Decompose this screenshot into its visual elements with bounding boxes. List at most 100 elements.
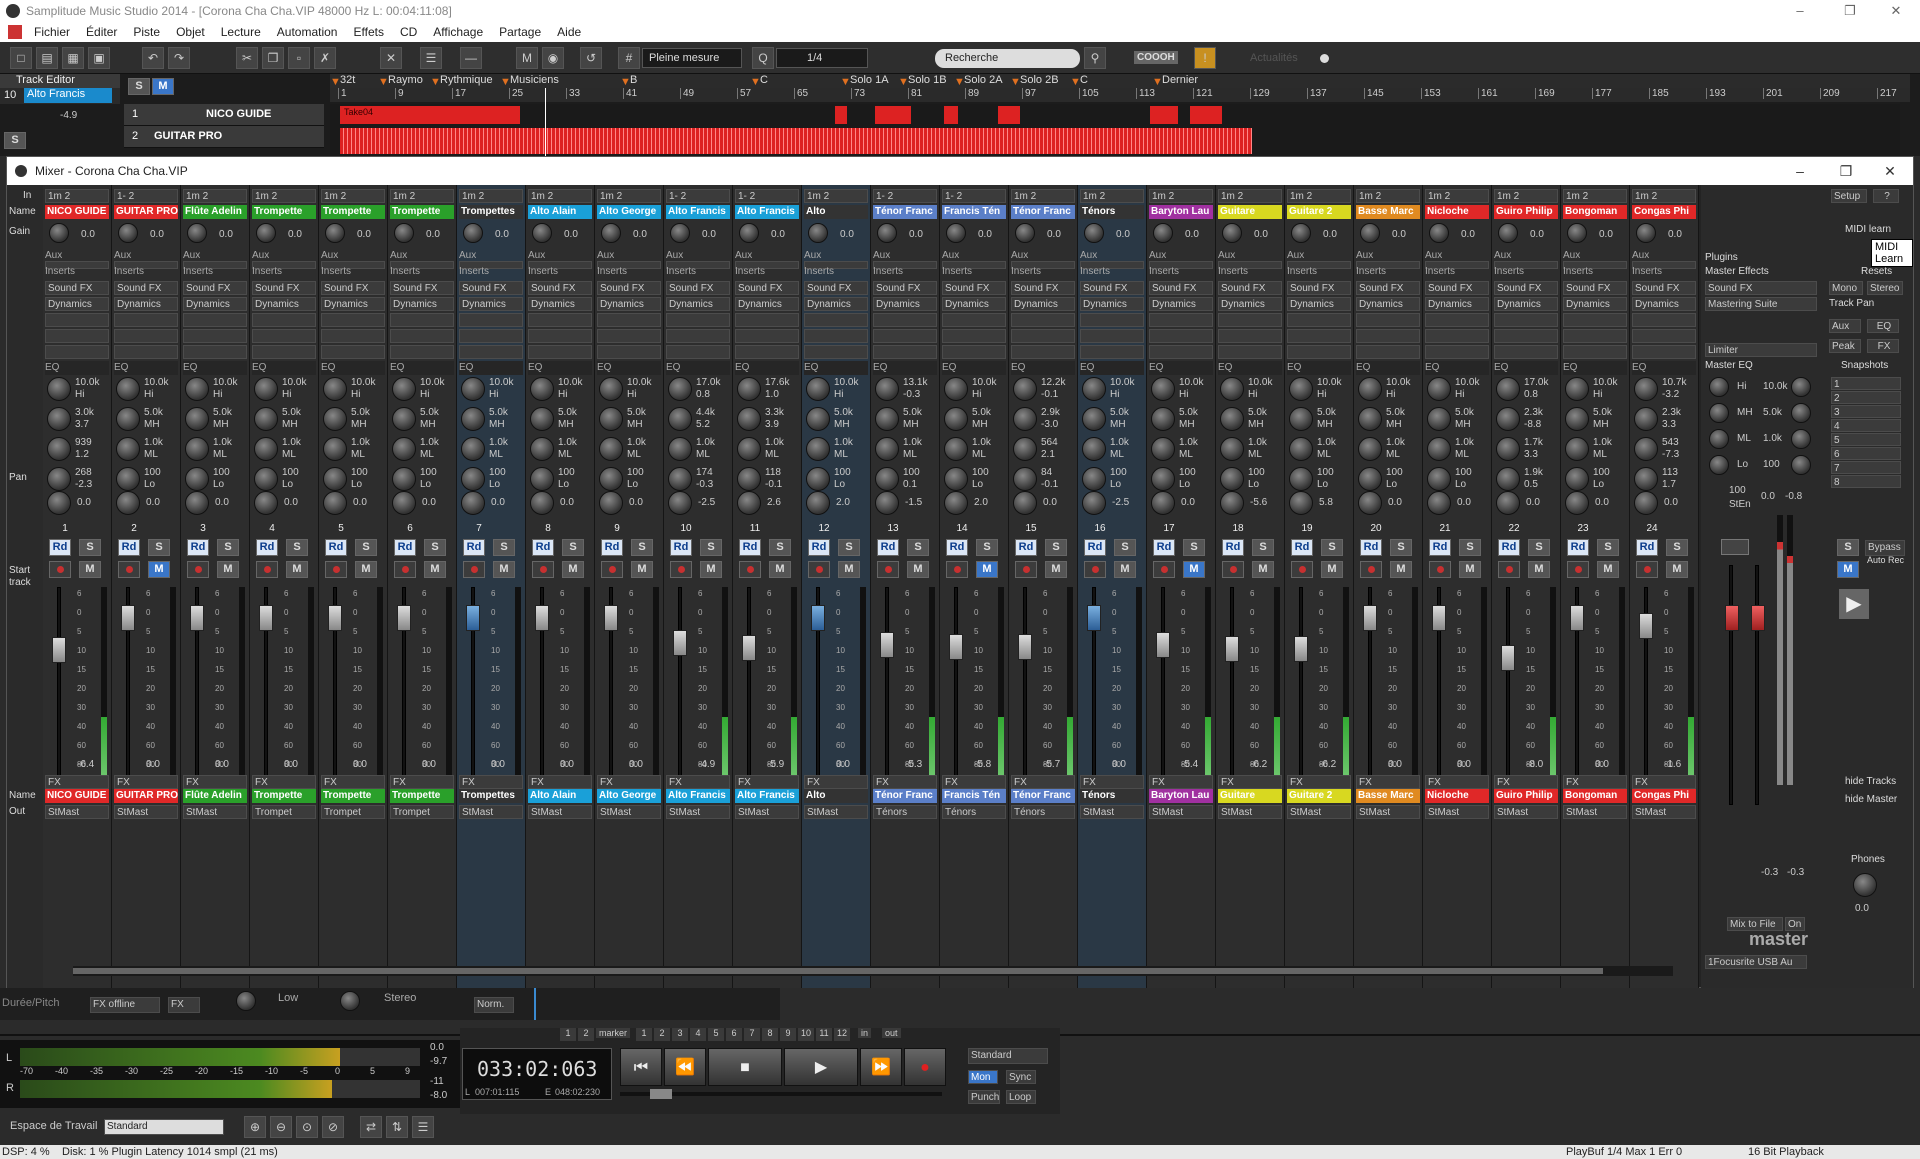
pan-knob[interactable]	[1151, 491, 1175, 515]
gain-knob[interactable]	[49, 223, 69, 243]
gain-knob[interactable]	[670, 223, 690, 243]
volume-fader[interactable]	[535, 605, 549, 631]
snapshot-slot[interactable]: 6	[1831, 447, 1901, 460]
fx-slot[interactable]: FX	[1632, 775, 1696, 789]
insert-slot[interactable]	[1218, 329, 1282, 343]
channel-name-bottom[interactable]: Ténor Franc	[1011, 789, 1075, 803]
insert-slot[interactable]	[597, 313, 661, 327]
eq-band-knob[interactable]	[1289, 407, 1313, 431]
record-arm-button[interactable]	[463, 561, 485, 578]
solo-button[interactable]: S	[217, 539, 239, 556]
loop-in-button[interactable]: in	[858, 1028, 872, 1038]
snapshot-slot[interactable]: 7	[1831, 461, 1901, 474]
fx-slot[interactable]: FX	[321, 775, 385, 789]
volume-fader[interactable]	[259, 605, 273, 631]
channel-name-bottom[interactable]: NICO GUIDE	[45, 789, 109, 803]
channel-name[interactable]: Nicloche	[1425, 205, 1489, 219]
mixer-scrollbar[interactable]	[73, 966, 1673, 976]
marker[interactable]: ▼ C	[750, 74, 768, 88]
mute-button[interactable]: M	[631, 561, 653, 578]
eq-band-knob[interactable]	[1082, 437, 1106, 461]
transport-slot-button[interactable]: 2	[654, 1028, 670, 1041]
low-knob[interactable]	[236, 991, 256, 1011]
volume-fader[interactable]	[880, 631, 894, 658]
insert-slot[interactable]	[1287, 329, 1351, 343]
eq-label[interactable]: EQ	[597, 361, 661, 375]
track-editor-s-button[interactable]: S	[4, 132, 26, 149]
eq-label[interactable]: EQ	[114, 361, 178, 375]
record-arm-button[interactable]	[601, 561, 623, 578]
insert-slot[interactable]	[1632, 313, 1696, 327]
transport-slot-button[interactable]: 1	[636, 1028, 652, 1041]
eq-band-knob[interactable]	[116, 407, 140, 431]
pan-knob[interactable]	[1634, 491, 1658, 515]
solo-button[interactable]: S	[562, 539, 584, 556]
record-button[interactable]: ●	[904, 1048, 946, 1086]
dynamics-slot[interactable]: Dynamics	[804, 297, 868, 311]
insert-slot[interactable]	[1080, 313, 1144, 327]
sound-fx-slot[interactable]: Sound FX	[1218, 281, 1282, 295]
pan-knob[interactable]	[1082, 491, 1106, 515]
eq-band-knob[interactable]	[599, 407, 623, 431]
channel-input-select[interactable]: 1m 2	[1080, 189, 1144, 203]
eq-band-knob[interactable]	[1634, 377, 1658, 401]
eq-band-knob[interactable]	[668, 407, 692, 431]
output-select[interactable]: StMast	[1425, 805, 1489, 819]
eq-band-knob[interactable]	[1013, 407, 1037, 431]
minus-tool-icon[interactable]: —	[460, 47, 482, 69]
channel-name[interactable]: Congas Phi	[1632, 205, 1696, 219]
channel-name[interactable]: Alto George	[597, 205, 661, 219]
track-header-1[interactable]: 1 NICO GUIDE	[124, 104, 324, 126]
master-sound-fx[interactable]: Sound FX	[1705, 281, 1817, 295]
list-icon[interactable]: ☰	[412, 1116, 434, 1138]
channel-input-select[interactable]: 1m 2	[1149, 189, 1213, 203]
gain-knob[interactable]	[1153, 223, 1173, 243]
marker[interactable]: ▼ Rythmique	[430, 74, 493, 88]
snapshot-slot[interactable]: 4	[1831, 419, 1901, 432]
output-select[interactable]: StMast	[666, 805, 730, 819]
timeline-ruler[interactable]: 1 9 17 25 33 41 49 57 65 73 81 89 97 105 113 121 129 137 1…	[330, 88, 1910, 102]
channel-name-bottom[interactable]: Trompette	[390, 789, 454, 803]
eq-label[interactable]: EQ	[1080, 361, 1144, 375]
eq-band-knob[interactable]	[461, 467, 485, 491]
gain-knob[interactable]	[256, 223, 276, 243]
eq-band-knob[interactable]	[1082, 467, 1106, 491]
insert-slot[interactable]	[666, 329, 730, 343]
dynamics-slot[interactable]: Dynamics	[1632, 297, 1696, 311]
marker[interactable]: ▼ Raymo	[378, 74, 423, 88]
fx-slot[interactable]: FX	[1356, 775, 1420, 789]
channel-name-bottom[interactable]: Flûte Adelin	[183, 789, 247, 803]
pan-knob[interactable]	[185, 491, 209, 515]
insert-slot[interactable]	[1425, 329, 1489, 343]
eq-band-knob[interactable]	[392, 407, 416, 431]
eq-band-knob[interactable]	[875, 407, 899, 431]
eq-band-knob[interactable]	[875, 437, 899, 461]
eq-band-knob[interactable]	[1220, 377, 1244, 401]
track-name-2[interactable]: GUITAR PRO	[154, 130, 222, 142]
sound-fx-slot[interactable]: Sound FX	[390, 281, 454, 295]
read-automation-button[interactable]: Rd	[1360, 539, 1382, 556]
eq-band-knob[interactable]	[254, 437, 278, 461]
grid-mode-select[interactable]: Pleine mesure	[642, 48, 742, 68]
read-automation-button[interactable]: Rd	[1567, 539, 1589, 556]
sound-fx-slot[interactable]: Sound FX	[804, 281, 868, 295]
read-automation-button[interactable]: Rd	[1015, 539, 1037, 556]
mute-button[interactable]: M	[286, 561, 308, 578]
insert-slot[interactable]	[45, 329, 109, 343]
channel-name-bottom[interactable]: Bongoman	[1563, 789, 1627, 803]
pan-knob[interactable]	[530, 491, 554, 515]
eq-label[interactable]: EQ	[1149, 361, 1213, 375]
eq-band-knob[interactable]	[944, 467, 968, 491]
grid-icon[interactable]: #	[618, 47, 640, 69]
gain-knob[interactable]	[394, 223, 414, 243]
master-eq-knob-right[interactable]	[1791, 455, 1811, 475]
transport-slot-button[interactable]: 4	[690, 1028, 706, 1041]
transport-position-slider[interactable]	[620, 1089, 942, 1099]
channel-input-select[interactable]: 1- 2	[666, 189, 730, 203]
stereo-button[interactable]: Stereo	[1867, 281, 1903, 295]
transport-slot-button[interactable]: 1	[560, 1028, 576, 1041]
dynamics-slot[interactable]: Dynamics	[1494, 297, 1558, 311]
record-arm-button[interactable]	[877, 561, 899, 578]
play-master-icon[interactable]: ▶	[1839, 589, 1869, 619]
eq-band-knob[interactable]	[47, 437, 71, 461]
